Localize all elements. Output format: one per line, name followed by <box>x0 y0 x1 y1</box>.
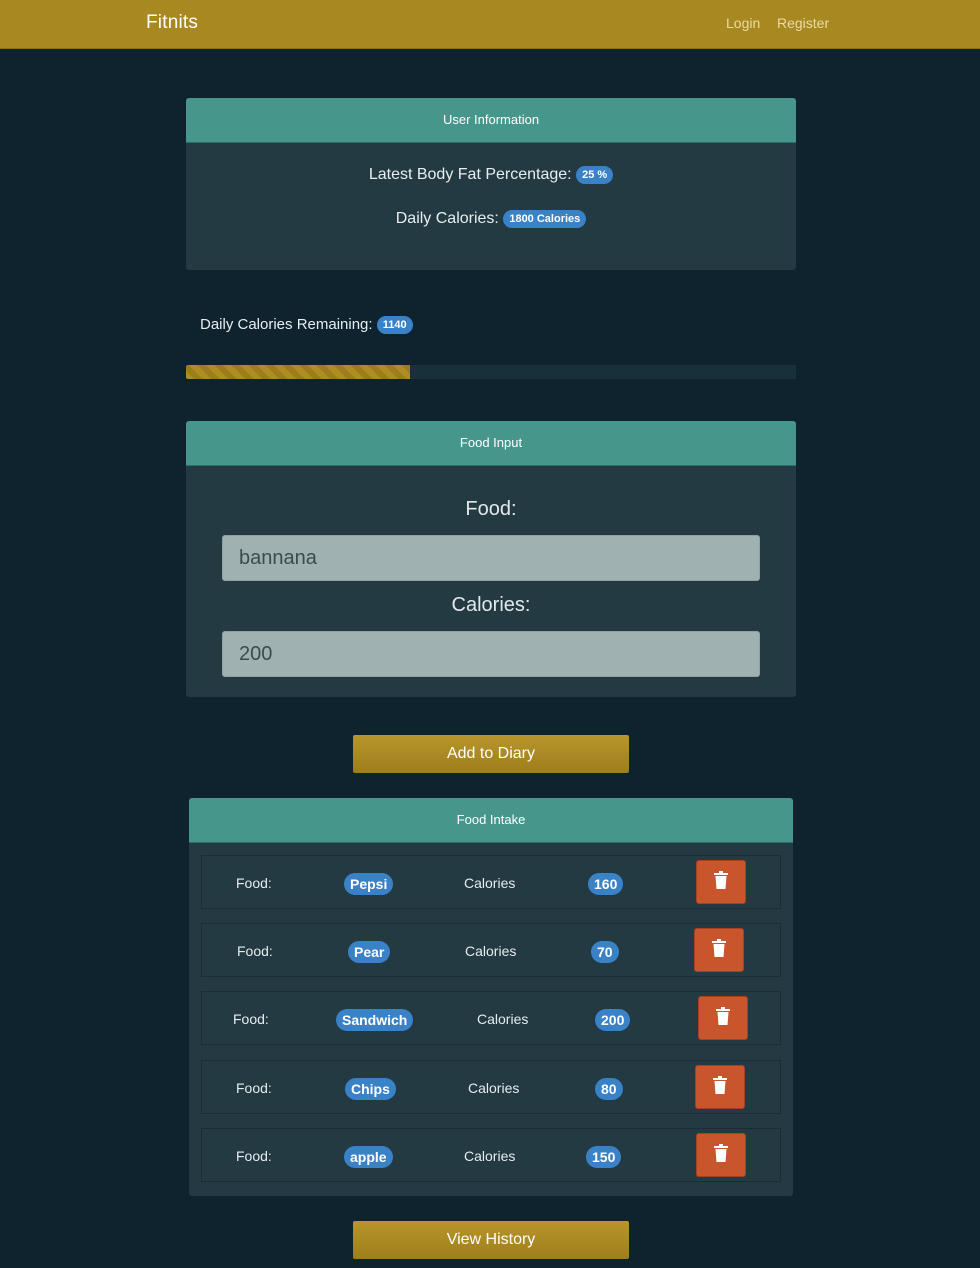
add-to-diary-button[interactable]: Add to Diary <box>353 735 629 773</box>
user-information-card: User Information Latest Body Fat Percent… <box>186 98 796 270</box>
calories-label: Calories <box>468 1080 520 1096</box>
user-information-header: User Information <box>186 98 796 143</box>
body-fat-line: Latest Body Fat Percentage: 25 % <box>186 166 796 184</box>
food-name-badge: Pear <box>348 941 391 964</box>
calories-badge: 160 <box>588 873 624 896</box>
calories-remaining: Daily Calories Remaining: 1140 <box>200 316 413 335</box>
calories-remaining-label: Daily Calories Remaining: <box>200 316 373 333</box>
food-name-cell: Sandwich <box>336 992 414 1046</box>
food-name-cell: Pepsi <box>344 856 394 910</box>
trash-icon <box>716 1007 730 1025</box>
daily-calories-badge: 1800 Calories <box>503 210 587 228</box>
food-name-cell: apple <box>344 1129 393 1183</box>
food-label: Food: <box>236 1148 272 1164</box>
navbar: Fitnits Login Register <box>0 0 980 49</box>
trash-icon <box>713 1076 727 1094</box>
calories-input[interactable] <box>222 631 760 677</box>
food-input-header: Food Input <box>186 421 796 466</box>
food-name-cell: Pear <box>348 924 391 978</box>
table-row: Food: Chips Calories 80 <box>201 1060 781 1114</box>
food-label: Food: <box>233 1011 269 1027</box>
food-name-badge: Pepsi <box>344 873 394 896</box>
body-fat-badge: 25 % <box>576 166 614 184</box>
food-intake-header: Food Intake <box>189 798 793 843</box>
daily-calories-label: Daily Calories: <box>395 210 499 228</box>
calories-label: Calories <box>464 1148 516 1164</box>
body-fat-label: Latest Body Fat Percentage: <box>368 166 572 184</box>
view-history-button[interactable]: View History <box>353 1221 629 1259</box>
calories-label: Calories <box>477 1011 529 1027</box>
delete-button[interactable] <box>696 1133 746 1177</box>
calories-badge: 200 <box>595 1009 631 1032</box>
table-row: Food: Pear Calories 70 <box>201 923 781 977</box>
calories-progress-bar <box>186 365 796 379</box>
calories-label: Calories <box>464 875 516 891</box>
calories-remaining-badge: 1140 <box>376 316 413 335</box>
delete-button[interactable] <box>694 928 744 972</box>
table-row: Food: Sandwich Calories 200 <box>201 991 781 1045</box>
calories-badge: 80 <box>595 1078 623 1101</box>
daily-calories-line: Daily Calories: 1800 Calories <box>186 210 796 228</box>
delete-button[interactable] <box>695 1065 745 1109</box>
calories-badge: 150 <box>586 1146 622 1169</box>
table-row: Food: Pepsi Calories 160 <box>201 855 781 909</box>
delete-button[interactable] <box>698 996 748 1040</box>
food-name-badge: Sandwich <box>336 1009 414 1032</box>
calories-cell: 70 <box>591 924 619 978</box>
food-label: Food: <box>237 943 273 959</box>
food-intake-card: Food Intake Food: Pepsi Calories 160 Foo… <box>189 798 793 1196</box>
calories-cell: 200 <box>595 992 631 1046</box>
table-row: Food: apple Calories 150 <box>201 1128 781 1182</box>
delete-button[interactable] <box>696 860 746 904</box>
calories-badge: 70 <box>591 941 619 964</box>
calories-label: Calories: <box>451 594 531 616</box>
brand-logo[interactable]: Fitnits <box>146 12 198 34</box>
food-label: Food: <box>236 1080 272 1096</box>
trash-icon <box>712 939 726 957</box>
calories-cell: 150 <box>586 1129 622 1183</box>
food-input-card: Food Input Food: Calories: <box>186 421 796 697</box>
calories-label: Calories <box>465 943 517 959</box>
food-label: Food: <box>236 875 272 891</box>
food-input[interactable] <box>222 535 760 581</box>
calories-cell: 160 <box>588 856 624 910</box>
food-name-badge: apple <box>344 1146 393 1169</box>
food-name-cell: Chips <box>345 1061 396 1115</box>
trash-icon <box>714 1144 728 1162</box>
calories-progress-fill <box>186 365 410 379</box>
food-name-badge: Chips <box>345 1078 396 1101</box>
trash-icon <box>714 871 728 889</box>
calories-cell: 80 <box>595 1061 623 1115</box>
food-label: Food: <box>465 498 517 520</box>
register-link[interactable]: Register <box>777 15 829 31</box>
login-link[interactable]: Login <box>726 15 760 31</box>
